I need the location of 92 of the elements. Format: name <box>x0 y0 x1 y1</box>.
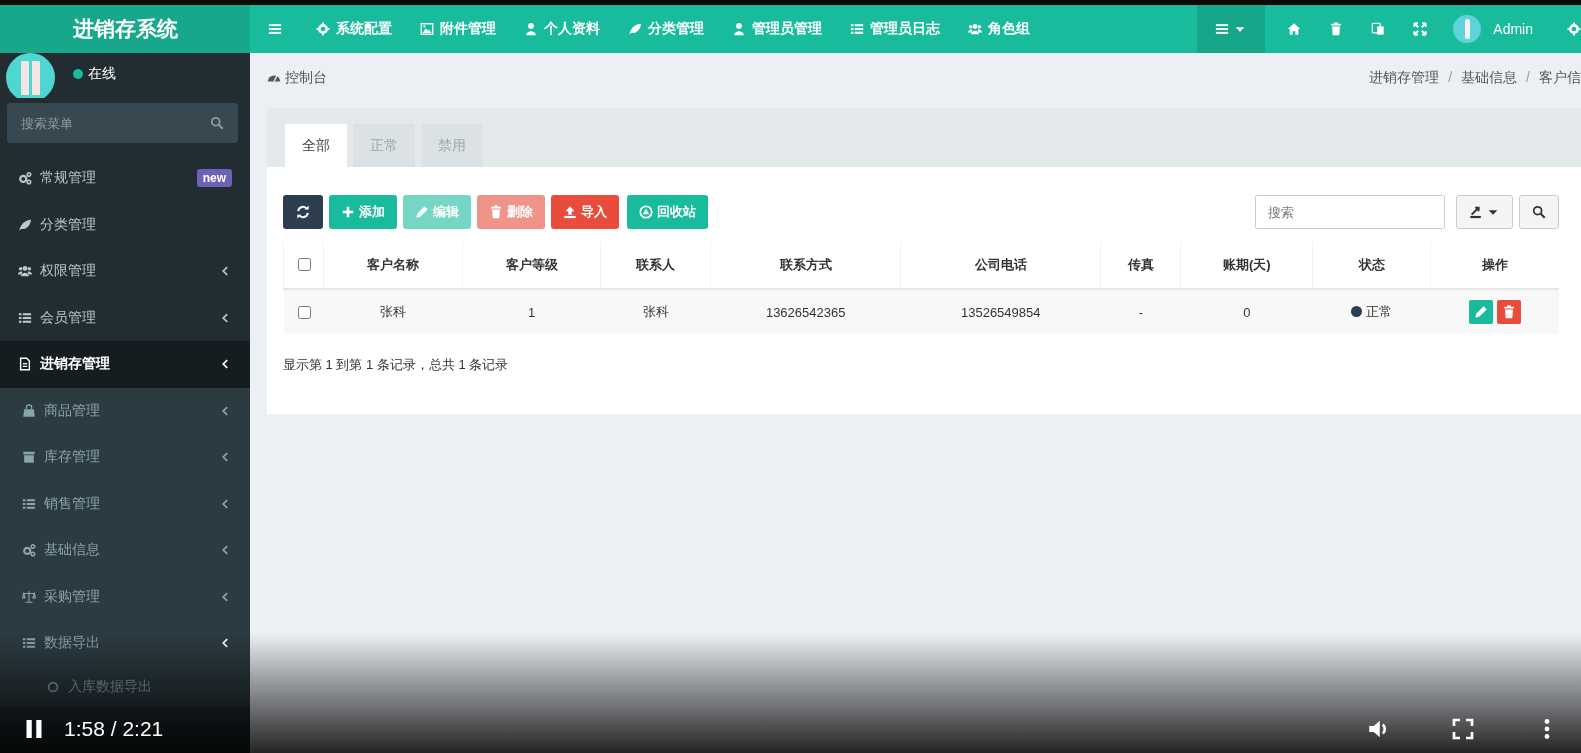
checkbox[interactable] <box>297 258 311 271</box>
sidebar-item[interactable]: 分类管理 <box>0 201 250 248</box>
fullscreen-icon[interactable] <box>1451 717 1475 741</box>
gears-icon <box>18 171 32 186</box>
nav-item[interactable]: 系统配置 <box>302 5 406 53</box>
menu-icon[interactable] <box>268 22 282 36</box>
user-name[interactable]: Admin <box>1493 21 1533 37</box>
list-icon <box>18 310 32 325</box>
upload-icon <box>563 205 577 219</box>
table-cell: 13626542365 <box>710 289 901 334</box>
user-icon <box>732 22 746 36</box>
edit-button[interactable] <box>1468 300 1493 324</box>
balance-scale-icon <box>22 589 36 604</box>
nav-item[interactable]: 管理员管理 <box>718 5 836 53</box>
export-icon <box>1469 205 1483 219</box>
sidebar-item[interactable]: 库存管理 <box>0 434 250 481</box>
sidebar-item[interactable]: 基础信息 <box>0 527 250 574</box>
sidebar-item[interactable]: 销售管理 <box>0 480 250 527</box>
add-button[interactable]: 添加 <box>329 195 397 229</box>
sidebar-item[interactable]: 数据导出 <box>0 620 250 667</box>
page-title: 控制台 <box>285 69 327 87</box>
nav-item[interactable]: 管理员日志 <box>836 5 954 53</box>
user-icon <box>524 22 538 36</box>
plus-icon <box>341 205 355 219</box>
status-label: 正常 <box>1366 304 1393 319</box>
pagination-info: 显示第 1 到第 1 条记录，总共 1 条记录 <box>283 356 510 374</box>
checkbox[interactable] <box>297 305 311 319</box>
menu-badge: new <box>196 169 232 188</box>
table-cell: 张科 <box>323 289 463 334</box>
list-icon <box>22 636 36 651</box>
refresh-icon <box>296 205 310 219</box>
pencil-icon <box>415 205 429 219</box>
sidebar-item[interactable]: 常规管理 new <box>0 155 250 202</box>
gears-icon <box>22 543 36 558</box>
search-field[interactable]: 搜索 <box>1255 195 1445 229</box>
table-cell: 13526549854 <box>900 289 1101 334</box>
user-avatar <box>6 53 55 98</box>
leaf-icon <box>18 217 32 232</box>
sidebar-item[interactable]: 权限管理 <box>0 248 250 295</box>
nav-item[interactable]: 附件管理 <box>406 5 510 53</box>
avatar <box>1453 15 1482 43</box>
list-icon <box>850 22 864 36</box>
recycle-button[interactable]: 回收站 <box>627 195 708 229</box>
sidebar-item[interactable]: 入库数据导出 <box>0 666 250 707</box>
import-button[interactable]: 导入 <box>551 195 619 229</box>
home-icon[interactable] <box>1287 22 1302 36</box>
archive-box-icon <box>22 450 36 465</box>
export-button[interactable] <box>1456 195 1513 229</box>
list-icon <box>22 496 36 511</box>
users-icon <box>968 22 982 36</box>
online-status: 在线 <box>88 65 116 83</box>
trash-icon <box>1501 305 1516 319</box>
sidebar-item[interactable]: 采购管理 <box>0 573 250 620</box>
delete-button[interactable] <box>1496 300 1521 324</box>
expand-icon[interactable] <box>1413 22 1428 36</box>
table-cell: - <box>1100 289 1181 334</box>
pencil-icon <box>1473 305 1488 319</box>
breadcrumb-link[interactable]: 基础信息 <box>1461 69 1518 87</box>
tab[interactable]: 正常 <box>353 124 415 167</box>
user-menu[interactable]: Admin <box>1441 5 1553 53</box>
breadcrumb-separator: / <box>1526 69 1530 87</box>
breadcrumb-separator: / <box>1448 69 1453 87</box>
sidebar-item[interactable]: 进销存管理 <box>0 341 250 388</box>
breadcrumb-link[interactable]: 进销存管理 <box>1369 69 1440 87</box>
image-icon <box>420 22 434 36</box>
trash-icon[interactable] <box>1329 22 1344 36</box>
nav-item[interactable]: 个人资料 <box>510 5 614 53</box>
tab[interactable]: 全部 <box>285 124 347 167</box>
online-dot <box>73 69 83 79</box>
table-cell: 1 <box>462 289 601 334</box>
nav-item[interactable]: 角色组 <box>954 5 1044 53</box>
video-time: 1:58 / 2:21 <box>64 717 164 741</box>
sidebar-item[interactable]: 会员管理 <box>0 294 250 341</box>
search-button[interactable] <box>1519 195 1559 229</box>
search-icon <box>1532 205 1546 219</box>
table-cell: 张科 <box>600 289 711 334</box>
circle-icon <box>46 679 60 694</box>
table-cell: 0 <box>1180 289 1313 334</box>
users-icon <box>18 264 32 279</box>
sidebar-item[interactable]: 商品管理 <box>0 387 250 434</box>
app-logo: 进销存系统 <box>0 5 250 53</box>
menu-search-field[interactable]: 搜索菜单 <box>7 103 238 143</box>
trash-icon <box>489 205 503 219</box>
leaf-icon <box>628 22 642 36</box>
menu-icon <box>1215 22 1230 36</box>
refresh-button[interactable] <box>283 195 323 229</box>
dropdown-toggle[interactable] <box>1197 5 1266 53</box>
shopping-bag-icon <box>22 403 36 418</box>
nav-item[interactable]: 分类管理 <box>614 5 718 53</box>
document-icon <box>18 357 32 372</box>
breadcrumb-link[interactable]: 客户信 <box>1539 69 1581 87</box>
search-icon <box>210 116 224 130</box>
